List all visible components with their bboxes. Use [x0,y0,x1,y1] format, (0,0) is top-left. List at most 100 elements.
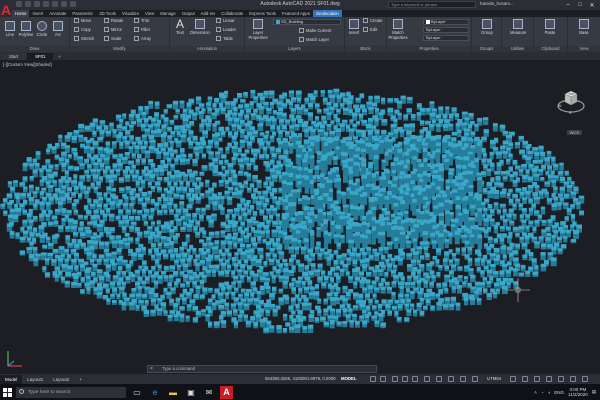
building-block [163,142,169,147]
trim-button[interactable]: Trim [134,18,149,23]
match-properties-button[interactable]: Match Properties [388,19,408,40]
group-button[interactable]: Group [479,19,495,35]
building-block [263,90,269,95]
building-block [335,225,341,230]
new-icon[interactable] [16,1,22,7]
scale-button[interactable]: Scale [104,36,121,41]
building-side [26,250,33,254]
tab-3d-tools[interactable]: 3D Tools [96,10,119,17]
lineweight-dropdown[interactable]: ByLayer [423,27,469,33]
building-block [390,257,395,262]
building-block [527,150,533,155]
plot-icon[interactable] [52,1,58,7]
building-block [476,298,482,302]
layer-properties-button[interactable]: Layer Properties [247,19,269,40]
tab-manage[interactable]: Manage [157,10,179,17]
linetype-dropdown[interactable]: ByLayer [423,35,469,41]
create-block-button[interactable]: Create [363,18,383,23]
fillet-button[interactable]: Fillet [134,27,150,32]
text-button[interactable]: A Text [172,18,188,35]
stretch-button[interactable]: Stretch [74,36,94,41]
help-search-input[interactable]: Type a keyword or phrase [388,1,476,8]
building-block [231,123,237,128]
viewport-controls-label[interactable]: [-][Custom View][Shaded] [3,62,52,67]
mirror-button[interactable]: Mirror [104,27,122,32]
building-block [54,274,59,278]
building-side [252,215,258,217]
circle-button[interactable]: Circle [34,21,50,37]
color-dropdown[interactable]: ByLayer [423,19,469,25]
building-block [231,157,237,161]
building-block [521,208,527,212]
building-side [336,246,341,250]
copy-button[interactable]: Copy [74,27,91,32]
layer-dropdown[interactable]: SD_Building [273,19,341,25]
tab-collaborate[interactable]: Collaborate [218,10,246,17]
tab-annotate[interactable]: Annotate [46,10,69,17]
tab-start[interactable]: Start [1,53,27,60]
building-block [199,193,205,197]
building-block [199,239,205,243]
building-block [202,230,207,234]
building-block [262,202,267,207]
match-layer-button[interactable]: Match Layer [299,37,329,42]
move-button[interactable]: Move [74,18,91,23]
tab-view[interactable]: View [142,10,157,17]
open-icon[interactable] [25,1,31,7]
tab-home[interactable]: Home [12,10,30,17]
building-block [54,266,61,271]
building-block [483,229,489,234]
building-block [179,246,184,250]
tab-featured-apps[interactable]: Featured Apps [279,10,313,17]
polyline-button[interactable]: Polyline [18,21,34,37]
save-icon[interactable] [34,1,40,7]
tab-insert[interactable]: Insert [29,10,46,17]
tab-sf01[interactable]: SF01 [27,53,54,60]
undo-icon[interactable] [61,1,67,7]
linear-button[interactable]: Linear [216,18,235,23]
building-side [105,277,111,282]
paste-button[interactable]: Paste [542,19,558,35]
building-block [576,224,582,229]
maximize-icon[interactable]: □ [574,0,586,10]
drawing-viewport[interactable]: [-][Custom View][Shaded] TOP W S WCS [0,60,600,374]
building-side [368,147,373,160]
tab-add-ins[interactable]: Add-ins [198,10,219,17]
building-block [135,169,140,174]
tab-geolocation[interactable]: Geolocation [312,10,342,17]
close-icon[interactable]: ✕ [586,0,598,10]
dimension-button[interactable]: Dimension [190,19,210,35]
tab-parametric[interactable]: Parametric [69,10,96,17]
new-tab-icon[interactable]: + [54,53,65,60]
building-block [436,186,441,190]
measure-button[interactable]: Measure [510,19,526,35]
building-block [195,274,200,278]
building-block [570,204,575,208]
building-block [381,159,386,163]
building-block [19,203,25,208]
building-block [486,280,492,285]
table-button[interactable]: Table [216,36,233,41]
make-current-button[interactable]: Make Current [299,28,331,33]
tab-express-tools[interactable]: Express Tools [246,10,279,17]
line-button[interactable]: Line [2,21,18,37]
building-block [92,140,99,145]
quick-access-toolbar [16,1,76,7]
arc-button[interactable]: Arc [50,21,66,37]
user-account[interactable]: hareda_hosam... [480,1,514,6]
linear-label: Linear [223,18,235,23]
leader-button[interactable]: Leader [216,27,236,32]
building-block [116,168,121,173]
edit-block-button[interactable]: Edit [363,27,377,32]
saveas-icon[interactable] [43,1,49,7]
rotate-button[interactable]: Rotate [104,18,123,23]
array-button[interactable]: Array [134,36,151,41]
building-side [250,116,256,120]
redo-icon[interactable] [70,1,76,7]
tab-output[interactable]: Output [179,10,198,17]
minimize-icon[interactable]: – [562,0,574,10]
insert-block-button[interactable]: Insert [346,19,362,35]
building-block [265,117,271,122]
base-view-button[interactable]: Base [576,19,592,35]
tab-visualize[interactable]: Visualize [119,10,142,17]
